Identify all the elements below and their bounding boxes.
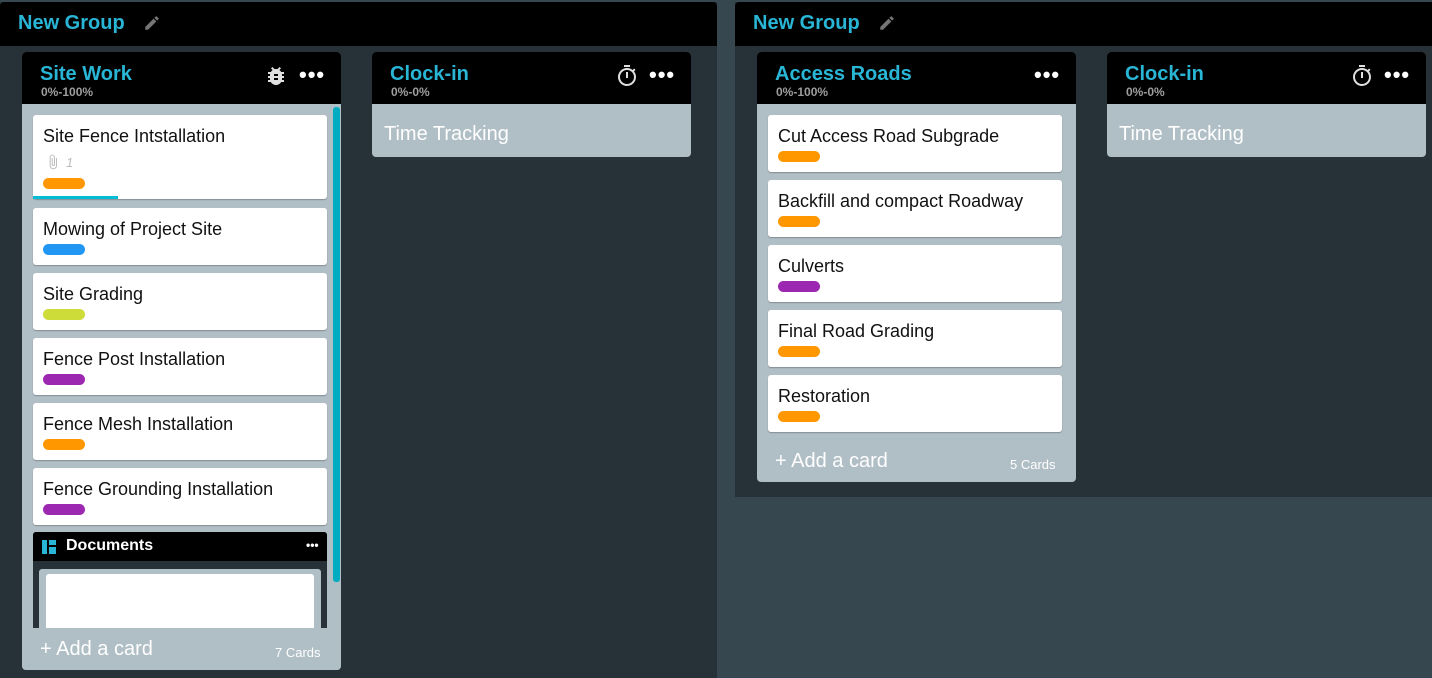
card-label — [43, 309, 85, 320]
list-menu-icon[interactable]: ••• — [299, 64, 325, 86]
list-clock-in: Clock-in 0%-0% ••• Time Tracking — [372, 52, 691, 157]
edit-pencil-icon[interactable] — [143, 14, 161, 32]
card-title: Culverts — [778, 256, 845, 276]
card-label — [778, 411, 820, 422]
group-header: New Group — [0, 2, 717, 46]
card-cut-access-road[interactable]: Cut Access Road Subgrade — [768, 115, 1062, 172]
list-menu-icon[interactable]: ••• — [1384, 64, 1410, 86]
card-title: Site Grading — [43, 284, 144, 304]
list-header: Clock-in 0%-0% ••• — [1107, 52, 1426, 104]
list-clock-in: Clock-in 0%-0% ••• Time Tracking — [1107, 52, 1426, 157]
list-header: Clock-in 0%-0% ••• — [372, 52, 691, 104]
card-progress-bar — [33, 196, 118, 199]
card-title: Cut Access Road Subgrade — [778, 126, 1000, 146]
dashboard-icon — [42, 540, 56, 554]
group-title[interactable]: New Group — [753, 12, 860, 35]
documents-title: Documents — [66, 537, 154, 554]
card-title: Fence Grounding Installation — [43, 479, 274, 499]
card-restoration[interactable]: Restoration — [768, 375, 1062, 432]
card-fence-mesh[interactable]: Fence Mesh Installation — [33, 403, 327, 460]
card-label — [778, 281, 820, 292]
list-progress-range: 0%-100% — [776, 85, 829, 99]
add-card-button[interactable]: + Add a card — [775, 450, 888, 473]
list-header: Access Roads 0%-100% ••• — [757, 52, 1076, 104]
documents-menu-icon[interactable]: ••• — [306, 538, 319, 552]
card-culverts[interactable]: Culverts — [768, 245, 1062, 302]
list-menu-icon[interactable]: ••• — [1034, 64, 1060, 86]
stopwatch-icon[interactable] — [615, 64, 639, 88]
card-label — [778, 151, 820, 162]
card-site-grading[interactable]: Site Grading — [33, 273, 327, 330]
list-progress-range: 0%-0% — [1126, 85, 1165, 99]
group-title[interactable]: New Group — [18, 12, 125, 35]
card-fence-post[interactable]: Fence Post Installation — [33, 338, 327, 395]
card-count: 5 Cards — [1010, 457, 1056, 472]
card-title: Final Road Grading — [778, 321, 935, 341]
list-footer: + Add a card 5 Cards — [757, 440, 1076, 482]
list-progress-range: 0%-0% — [391, 85, 430, 99]
list-menu-icon[interactable]: ••• — [649, 64, 675, 86]
group-header: New Group — [735, 2, 1432, 46]
list-title[interactable]: Site Work — [40, 63, 132, 86]
card-title: Site Fence Intstallation — [43, 126, 226, 146]
card-count: 7 Cards — [275, 645, 321, 660]
card-final-road-grading[interactable]: Final Road Grading — [768, 310, 1062, 367]
card-label — [778, 346, 820, 357]
edit-pencil-icon[interactable] — [878, 14, 896, 32]
list-scrollbar[interactable] — [333, 107, 340, 582]
documents-header: Documents ••• — [33, 532, 327, 561]
add-card-button[interactable]: + Add a card — [40, 638, 153, 661]
card-title: Fence Post Installation — [43, 349, 226, 369]
list-title[interactable]: Clock-in — [1125, 63, 1204, 86]
attachment-count: 1 — [66, 155, 74, 170]
list-title[interactable]: Access Roads — [775, 63, 912, 86]
list-title[interactable]: Clock-in — [390, 63, 469, 86]
card-label — [43, 374, 85, 385]
card-label — [43, 439, 85, 450]
group-2: New Group Access Roads 0%-100% ••• Cut A… — [735, 2, 1432, 497]
group-1: New Group Site Work 0%-100% ••• Site Fen… — [0, 2, 717, 678]
card-label — [43, 504, 85, 515]
card-backfill[interactable]: Backfill and compact Roadway — [768, 180, 1062, 237]
list-site-work: Site Work 0%-100% ••• Site Fence Intstal… — [22, 52, 341, 670]
time-tracking-label[interactable]: Time Tracking — [384, 123, 509, 146]
bug-icon[interactable] — [264, 64, 288, 88]
list-access-roads: Access Roads 0%-100% ••• Cut Access Road… — [757, 52, 1076, 482]
card-label — [778, 216, 820, 227]
paperclip-icon — [49, 154, 57, 170]
list-header: Site Work 0%-100% ••• — [22, 52, 341, 104]
card-site-fence[interactable]: Site Fence Intstallation 1 — [33, 115, 327, 199]
card-title: Fence Mesh Installation — [43, 414, 234, 434]
card-title: Backfill and compact Roadway — [778, 191, 1024, 211]
card-title: Restoration — [778, 386, 871, 406]
card-fence-grounding[interactable]: Fence Grounding Installation — [33, 468, 327, 525]
card-mowing[interactable]: Mowing of Project Site — [33, 208, 327, 265]
card-label — [43, 244, 85, 255]
list-footer: + Add a card 7 Cards — [22, 628, 341, 670]
list-progress-range: 0%-100% — [41, 85, 94, 99]
card-title: Mowing of Project Site — [43, 219, 223, 239]
card-label — [43, 178, 85, 189]
stopwatch-icon[interactable] — [1350, 64, 1374, 88]
time-tracking-label[interactable]: Time Tracking — [1119, 123, 1244, 146]
